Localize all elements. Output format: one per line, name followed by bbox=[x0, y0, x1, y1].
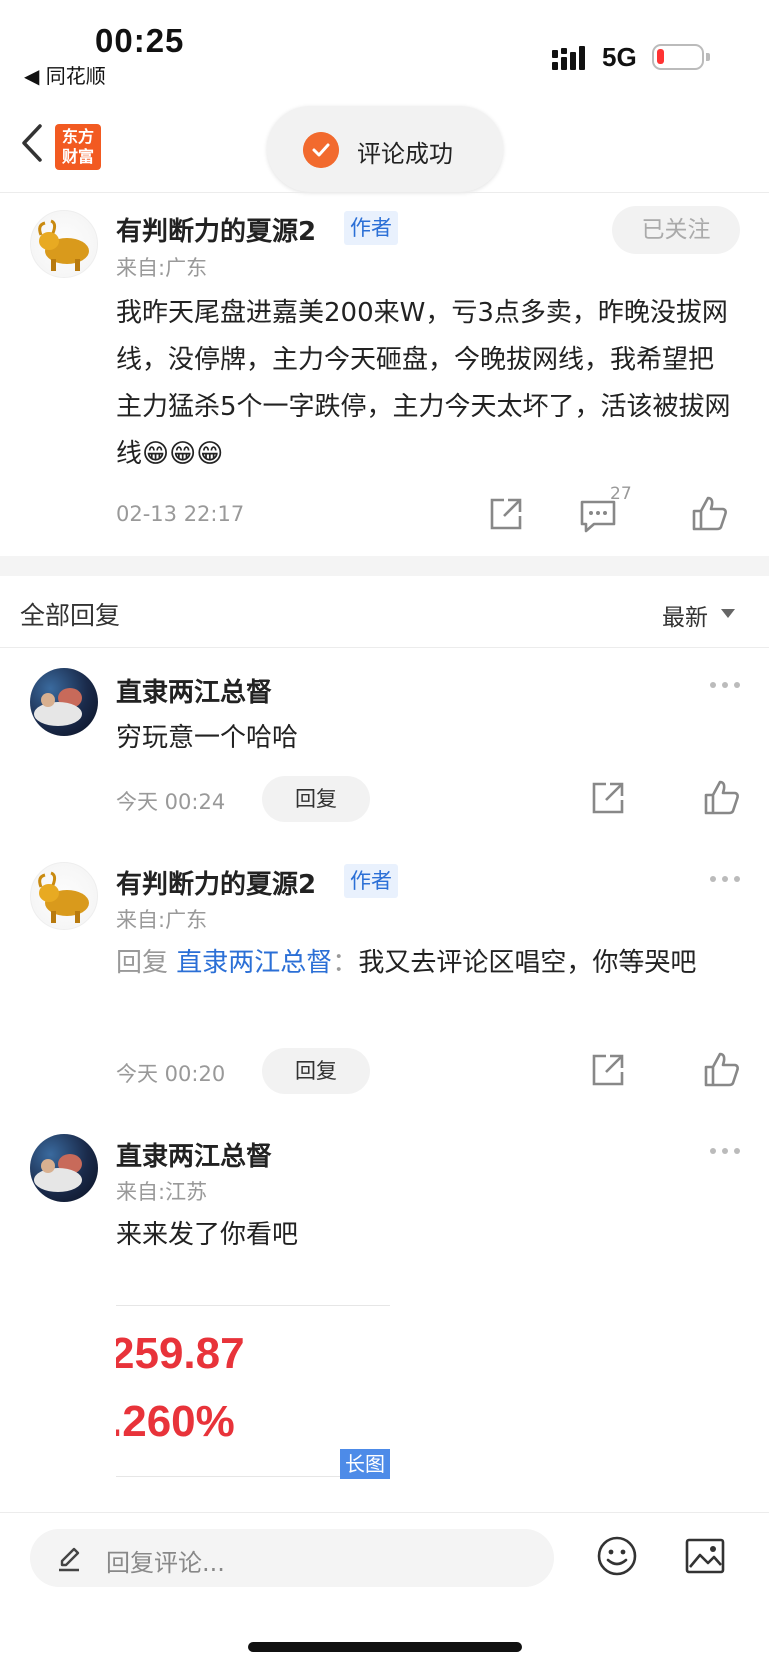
reply-author-name[interactable]: 有判断力的夏源2 bbox=[116, 864, 316, 901]
person-photo-icon bbox=[34, 688, 82, 726]
like-icon[interactable] bbox=[690, 494, 730, 534]
post-author-name[interactable]: 有判断力的夏源2 bbox=[116, 211, 316, 248]
battery-icon bbox=[652, 44, 710, 70]
reply-avatar[interactable] bbox=[30, 1134, 98, 1202]
toast-text: 评论成功 bbox=[357, 140, 453, 168]
share-icon[interactable] bbox=[588, 1050, 628, 1090]
author-badge: 作者 bbox=[344, 211, 398, 245]
share-icon[interactable] bbox=[588, 778, 628, 818]
reply-separator: ： bbox=[332, 948, 359, 978]
reply-input[interactable]: 回复评论... bbox=[30, 1529, 554, 1587]
pen-icon bbox=[59, 1547, 80, 1572]
reply-prefix: 回复 bbox=[116, 948, 169, 978]
share-icon[interactable] bbox=[486, 494, 526, 534]
author-badge: 作者 bbox=[344, 864, 398, 898]
replies-title: 全部回复 bbox=[20, 601, 121, 630]
status-time: 00:25 bbox=[95, 22, 185, 59]
like-icon[interactable] bbox=[702, 778, 742, 818]
network-type: 5G bbox=[602, 42, 637, 72]
sort-dropdown[interactable]: 最新 bbox=[662, 598, 708, 632]
back-arrow-icon[interactable] bbox=[18, 118, 48, 168]
golden-bull-icon bbox=[38, 219, 89, 271]
logo-line2: 财富 bbox=[61, 147, 94, 166]
reply-content: 来来发了你看吧 bbox=[116, 1220, 299, 1250]
reply-time: 今天 00:20 bbox=[116, 1062, 226, 1086]
post-location: 来自:广东 bbox=[116, 256, 208, 280]
image-price-value: 259.87 bbox=[116, 1329, 245, 1378]
status-bar: 00:25 ◀ 同花顺 5G bbox=[0, 0, 769, 96]
follow-button[interactable]: 已关注 bbox=[612, 206, 740, 254]
image-percent-value: .260% bbox=[116, 1397, 235, 1446]
person-photo-icon bbox=[34, 1154, 82, 1192]
top-nav: 东方 财富 评论成功 bbox=[0, 96, 769, 192]
long-image-badge: 长图 bbox=[340, 1449, 390, 1479]
like-icon[interactable] bbox=[702, 1050, 742, 1090]
more-icon[interactable] bbox=[708, 680, 742, 690]
more-icon[interactable] bbox=[708, 874, 742, 884]
section-divider bbox=[0, 556, 769, 576]
signal-icon bbox=[552, 46, 585, 70]
reply-time: 今天 00:24 bbox=[116, 790, 226, 814]
reply-location: 来自:广东 bbox=[116, 908, 208, 932]
reply-avatar[interactable] bbox=[30, 668, 98, 736]
comment-count: 27 bbox=[610, 484, 632, 504]
reply-text: 我又去评论区唱空，你等哭吧 bbox=[358, 948, 697, 978]
mentioned-user-link[interactable]: 直隶两江总督 bbox=[176, 948, 332, 978]
back-to-app-link[interactable]: ◀ 同花顺 bbox=[24, 60, 106, 89]
logo-line1: 东方 bbox=[61, 127, 94, 146]
more-icon[interactable] bbox=[708, 1146, 742, 1156]
success-toast: 评论成功 bbox=[267, 106, 503, 192]
app-logo[interactable]: 东方 财富 bbox=[55, 124, 101, 170]
reply-button[interactable]: 回复 bbox=[262, 1048, 370, 1094]
golden-bull-icon bbox=[38, 871, 89, 923]
home-indicator[interactable] bbox=[248, 1642, 522, 1652]
reply-author-name[interactable]: 直隶两江总督 bbox=[116, 672, 272, 709]
header-divider bbox=[0, 647, 769, 648]
image-icon[interactable] bbox=[684, 1537, 726, 1575]
post-content: 我昨天尾盘进嘉美200来W，亏3点多卖，昨晚没拔网线，没停牌，主力今天砸盘，今晚… bbox=[116, 298, 731, 469]
emoji-icon[interactable] bbox=[596, 1535, 638, 1577]
author-avatar[interactable] bbox=[30, 210, 98, 278]
reply-avatar[interactable] bbox=[30, 862, 98, 930]
post-time: 02-13 22:17 bbox=[116, 502, 245, 526]
reply-content: 回复 直隶两江总督：我又去评论区唱空，你等哭吧 bbox=[116, 940, 740, 987]
check-circle-icon bbox=[303, 132, 339, 168]
reply-location: 来自:江苏 bbox=[116, 1180, 208, 1204]
reply-author-name[interactable]: 直隶两江总督 bbox=[116, 1136, 272, 1173]
image-top-border bbox=[116, 1305, 390, 1306]
reply-button[interactable]: 回复 bbox=[262, 776, 370, 822]
chevron-down-icon[interactable] bbox=[721, 609, 735, 618]
reply-content: 穷玩意一个哈哈 bbox=[116, 723, 299, 753]
reply-input-placeholder: 回复评论... bbox=[106, 1549, 225, 1577]
nav-divider bbox=[0, 192, 769, 193]
